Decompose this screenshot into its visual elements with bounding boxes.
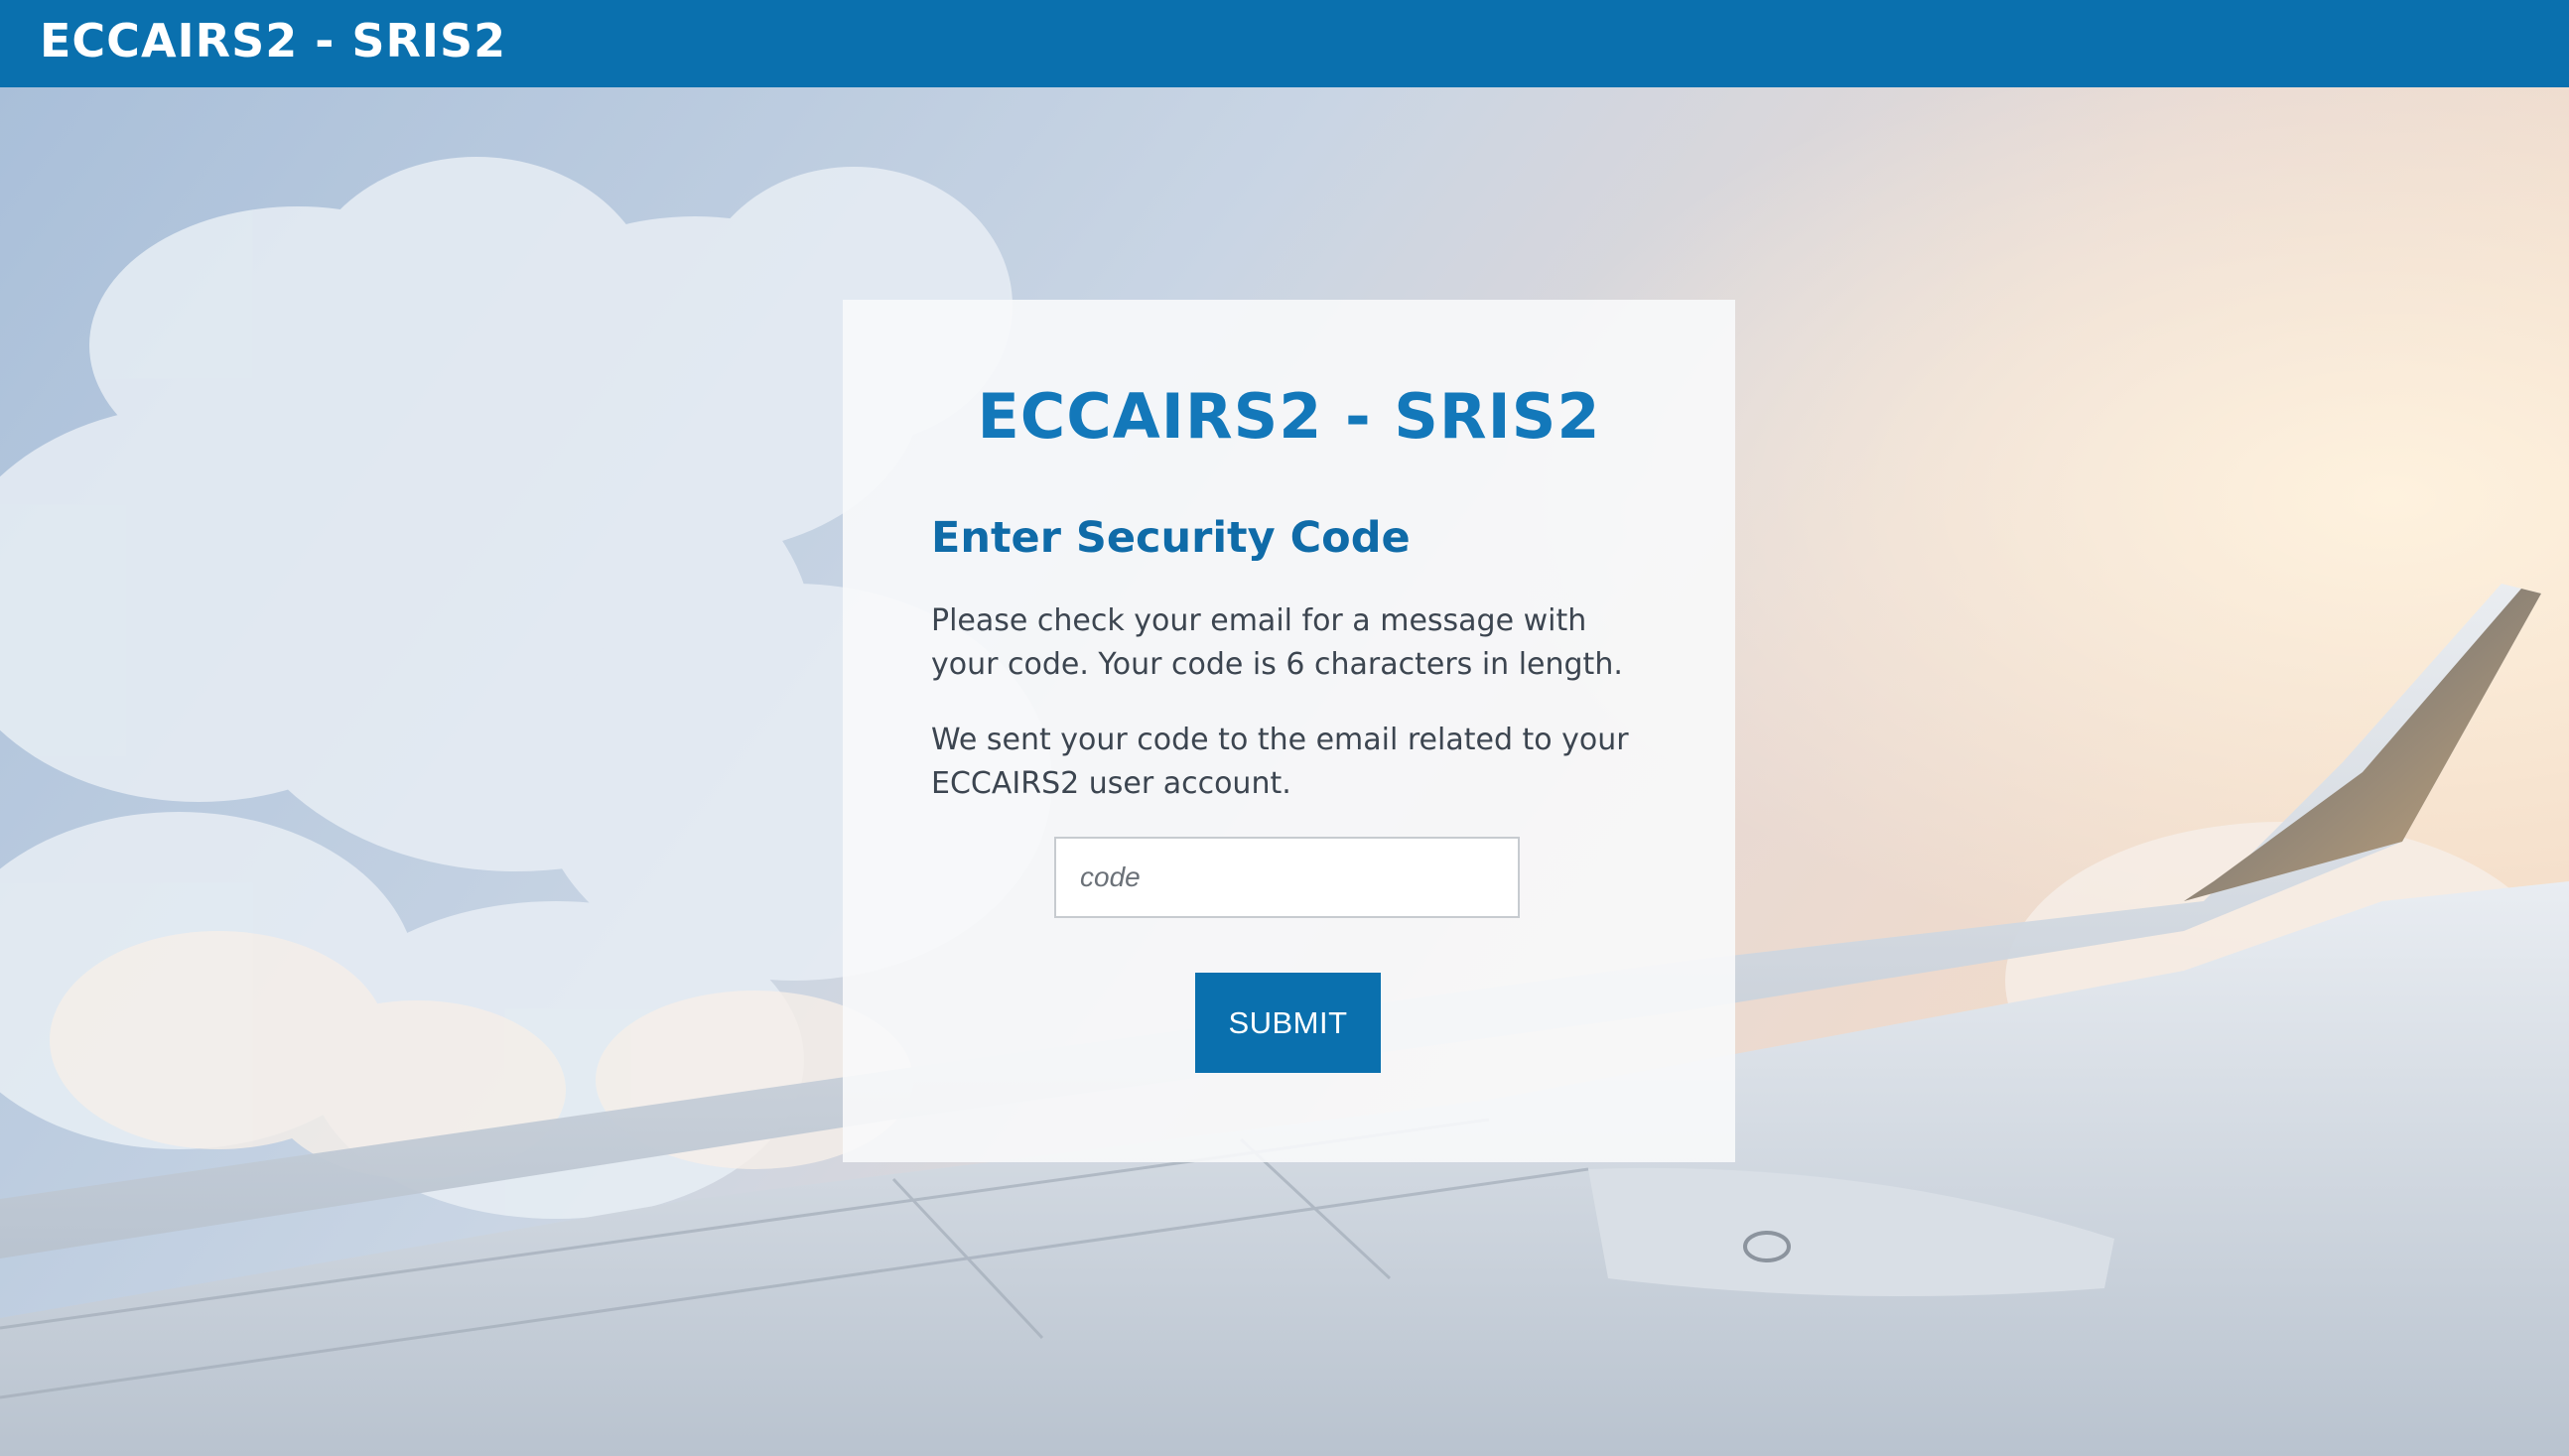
security-code-input[interactable] — [1054, 837, 1520, 918]
security-code-card: ECCAIRS2 - SRIS2 Enter Security Code Ple… — [843, 300, 1735, 1162]
submit-button[interactable]: SUBMIT — [1195, 973, 1381, 1073]
header-logo: ECCAIRS2 - SRIS2 — [40, 14, 507, 67]
top-header-bar: ECCAIRS2 - SRIS2 — [0, 0, 2569, 87]
instruction-text-sent-code: We sent your code to the email related t… — [931, 723, 1629, 801]
instruction-text-check-email: Please check your email for a message wi… — [931, 603, 1623, 682]
card-logo: ECCAIRS2 - SRIS2 — [977, 380, 1601, 453]
page-title: Enter Security Code — [931, 513, 1411, 563]
